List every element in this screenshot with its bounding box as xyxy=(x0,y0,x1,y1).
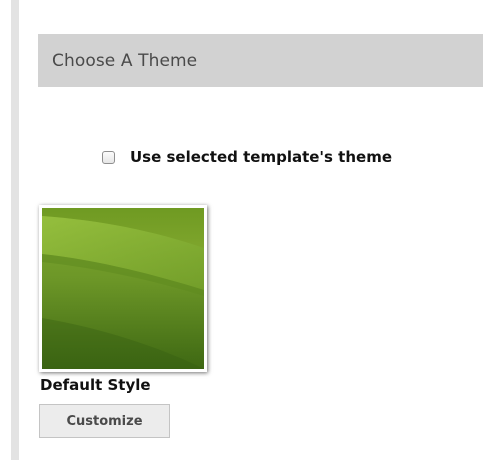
customize-button-label[interactable]: Customize xyxy=(66,414,142,429)
theme-chooser-page: Choose A Theme Use selected template's t… xyxy=(0,0,483,460)
section-header: Choose A Theme xyxy=(38,34,483,87)
section-title: Choose A Theme xyxy=(52,50,198,71)
theme-thumbnail-default-style[interactable] xyxy=(39,205,207,372)
theme-name-label: Default Style xyxy=(40,376,151,394)
use-template-theme-label[interactable]: Use selected template's theme xyxy=(130,148,392,166)
customize-button[interactable]: Customize xyxy=(39,404,170,438)
use-template-theme-checkbox[interactable] xyxy=(102,150,115,164)
use-template-theme-option[interactable]: Use selected template's theme xyxy=(102,148,392,166)
left-rail-bar xyxy=(11,0,19,460)
left-rail xyxy=(0,0,19,460)
theme-swatch-image xyxy=(42,208,204,369)
